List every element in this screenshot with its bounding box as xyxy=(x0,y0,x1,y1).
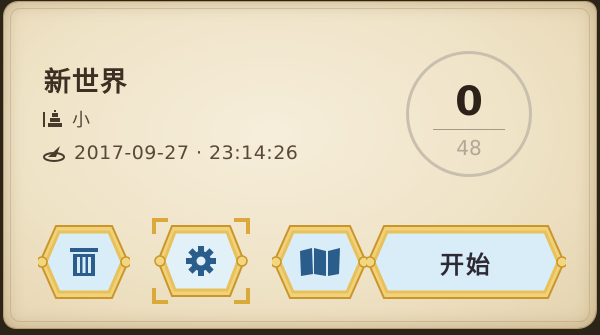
trash-icon xyxy=(70,248,98,276)
world-size-row: 小 xyxy=(42,108,90,131)
world-date-row: 2017-09-27 · 23:14:26 xyxy=(42,142,298,164)
world-size-label: 小 xyxy=(72,110,90,131)
score-ring: 0 48 xyxy=(406,51,532,177)
map-button[interactable] xyxy=(272,222,368,302)
map-icon xyxy=(300,248,340,276)
score-current: 0 xyxy=(455,79,483,125)
start-button[interactable]: 开始 xyxy=(366,222,566,302)
sundial-icon xyxy=(43,146,65,162)
gear-icon xyxy=(186,246,216,276)
delete-button[interactable] xyxy=(38,222,130,302)
settings-button[interactable] xyxy=(152,218,250,304)
world-datetime: 2017-09-27 · 23:14:26 xyxy=(74,142,299,164)
score-divider xyxy=(433,129,505,130)
start-button-label: 开始 xyxy=(440,250,492,279)
score-total: 48 xyxy=(456,136,482,160)
building-size-icon xyxy=(43,110,62,127)
world-name: 新世界 xyxy=(44,67,128,98)
